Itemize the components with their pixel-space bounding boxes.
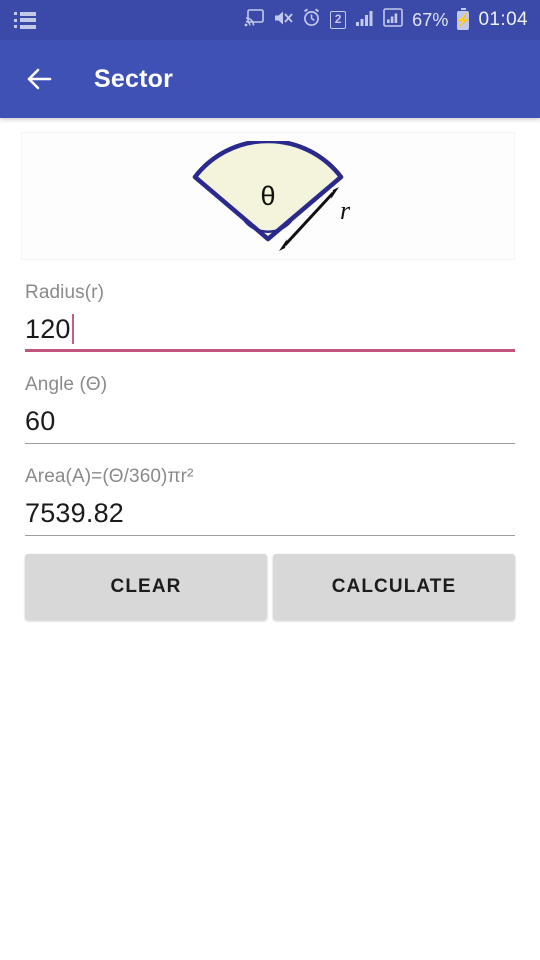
angle-underline <box>25 443 515 444</box>
angle-input[interactable]: 60 <box>25 398 515 444</box>
area-value: 7539.82 <box>25 497 124 528</box>
action-buttons: CLEAR CALCULATE <box>0 536 540 620</box>
sector-diagram-card: θ r <box>21 132 515 260</box>
cast-icon <box>244 8 264 32</box>
radius-label: r <box>340 196 351 225</box>
text-caret <box>71 314 74 344</box>
radius-value: 120 <box>25 313 71 344</box>
theta-label: θ <box>260 181 275 211</box>
radius-input[interactable]: 120 <box>25 306 515 352</box>
battery-charging-icon: ⚡ <box>455 7 472 30</box>
main-content: θ r Radius(r) 120 Angle (Θ) 60 Area(A)=(… <box>0 132 540 620</box>
mute-icon <box>273 9 293 32</box>
sector-diagram: θ r <box>192 141 351 251</box>
status-bar: 2 67% ⚡ 01:04 <box>0 0 540 40</box>
back-button[interactable] <box>22 62 56 96</box>
angle-label-text: Angle (Θ) <box>25 374 108 395</box>
radius-underline <box>25 349 515 352</box>
angle-value: 60 <box>25 405 56 436</box>
page-title: Sector <box>94 64 174 93</box>
status-bar-right: 2 67% ⚡ 01:04 <box>244 7 528 32</box>
notification-list-icon <box>14 11 36 29</box>
back-arrow-icon <box>27 68 52 90</box>
clock-label: 01:04 <box>478 9 528 30</box>
battery-percent-label: 67% <box>412 9 449 30</box>
app-root: 2 67% ⚡ 01:04 Sector θ r Radius(r) 120 A… <box>0 0 540 960</box>
alarm-icon <box>302 8 321 32</box>
calculate-button[interactable]: CALCULATE <box>273 554 515 620</box>
app-bar: Sector <box>0 40 540 118</box>
radius-label-text: Radius(r) <box>25 282 105 303</box>
signal-2-icon <box>383 8 403 32</box>
status-bar-left <box>14 11 36 29</box>
area-label-text: Area(A)=(Θ/360)πr² <box>25 466 194 487</box>
signal-1-icon <box>355 9 374 32</box>
area-output[interactable]: 7539.82 <box>25 490 515 536</box>
sim2-icon: 2 <box>330 11 347 29</box>
clear-button[interactable]: CLEAR <box>25 554 267 620</box>
form-fields: Radius(r) 120 Angle (Θ) 60 Area(A)=(Θ/36… <box>0 282 540 536</box>
area-underline <box>25 535 515 536</box>
